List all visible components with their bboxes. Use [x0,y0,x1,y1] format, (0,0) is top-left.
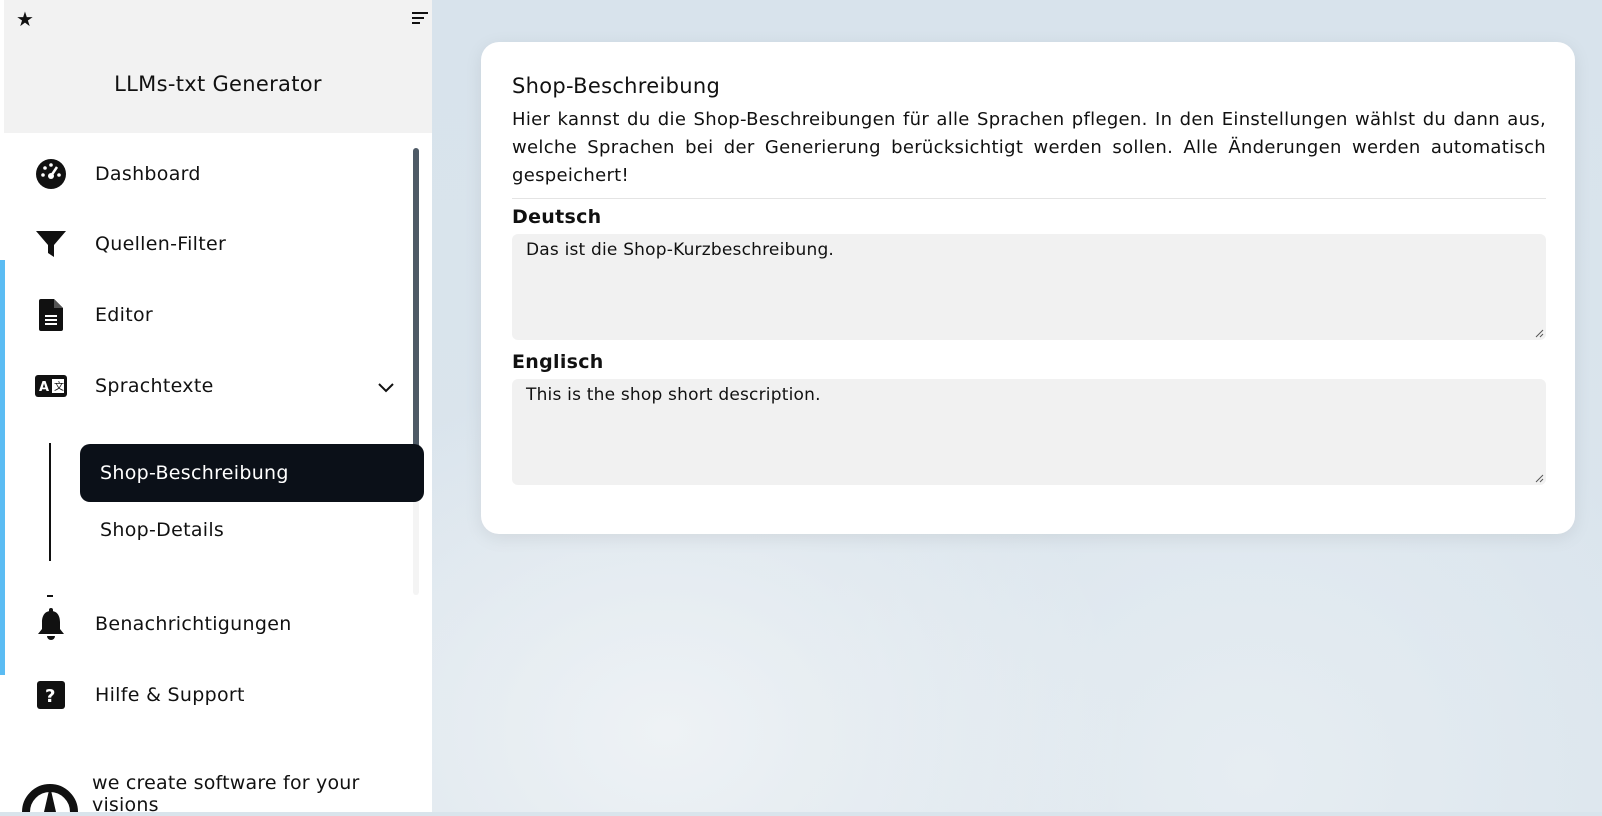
favorite-star-icon[interactable]: ★ [16,9,34,29]
translate-icon: A文 [34,369,68,403]
resize-handle-icon[interactable] [1534,473,1544,483]
bell-icon [34,607,68,641]
shop-description-card: Shop-Beschreibung Hier kannst du die Sho… [481,42,1575,534]
description-textarea-deutsch[interactable]: Das ist die Shop-Kurzbeschreibung. [512,234,1546,340]
resize-handle-icon[interactable] [1534,328,1544,338]
chevron-down-icon[interactable] [378,378,394,397]
sidebar: ★ LLMs-txt Generator Dashboard Quellen-F… [0,0,432,816]
submenu-line [49,443,51,561]
document-icon [34,298,68,332]
sidebar-item-dashboard[interactable]: Dashboard [4,144,412,204]
svg-text:文: 文 [54,380,64,393]
textarea-value: This is the shop short description. [526,385,821,405]
sidebar-item-benachrichtigungen[interactable]: Benachrichtigungen [4,594,412,654]
sidebar-subitem-label: Shop-Beschreibung [100,462,289,484]
sidebar-item-label: Benachrichtigungen [95,613,292,635]
sidebar-item-editor[interactable]: Editor [4,285,412,345]
textarea-value: Das ist die Shop-Kurzbeschreibung. [526,240,835,260]
sidebar-subitem-label: Shop-Details [100,519,225,541]
sidebar-subitem-shop-beschreibung[interactable]: Shop-Beschreibung [80,444,424,502]
sidebar-item-hilfe-support[interactable]: ? Hilfe & Support [4,665,412,725]
divider [512,198,1546,199]
sidebar-item-label: Dashboard [95,163,201,185]
svg-text:?: ? [45,686,55,707]
sidebar-item-label: Hilfe & Support [95,684,245,706]
app-title: LLMs-txt Generator [114,72,322,96]
company-logo [22,768,78,813]
sidebar-header [4,0,432,133]
footer-tagline: we create software for your visions [92,772,360,816]
filter-icon [34,227,68,261]
svg-text:A: A [39,380,49,395]
help-icon: ? [34,678,68,712]
language-label-deutsch: Deutsch [512,206,602,228]
sort-menu-icon[interactable] [412,12,428,26]
description-textarea-englisch[interactable]: This is the shop short description. [512,379,1546,485]
sidebar-subitem-shop-details[interactable]: Shop-Details [80,501,424,559]
sidebar-item-sprachtexte[interactable]: A文 Sprachtexte [4,356,412,416]
sidebar-item-label: Quellen-Filter [95,233,227,255]
page-title: Shop-Beschreibung [512,74,721,98]
language-label-englisch: Englisch [512,351,604,373]
sidebar-item-label: Editor [95,304,154,326]
sidebar-item-quellen-filter[interactable]: Quellen-Filter [4,214,412,274]
page-description: Hier kannst du die Shop-Beschreibungen f… [512,109,1546,186]
sidebar-item-label: Sprachtexte [95,375,214,397]
dashboard-gauge-icon [34,157,68,191]
